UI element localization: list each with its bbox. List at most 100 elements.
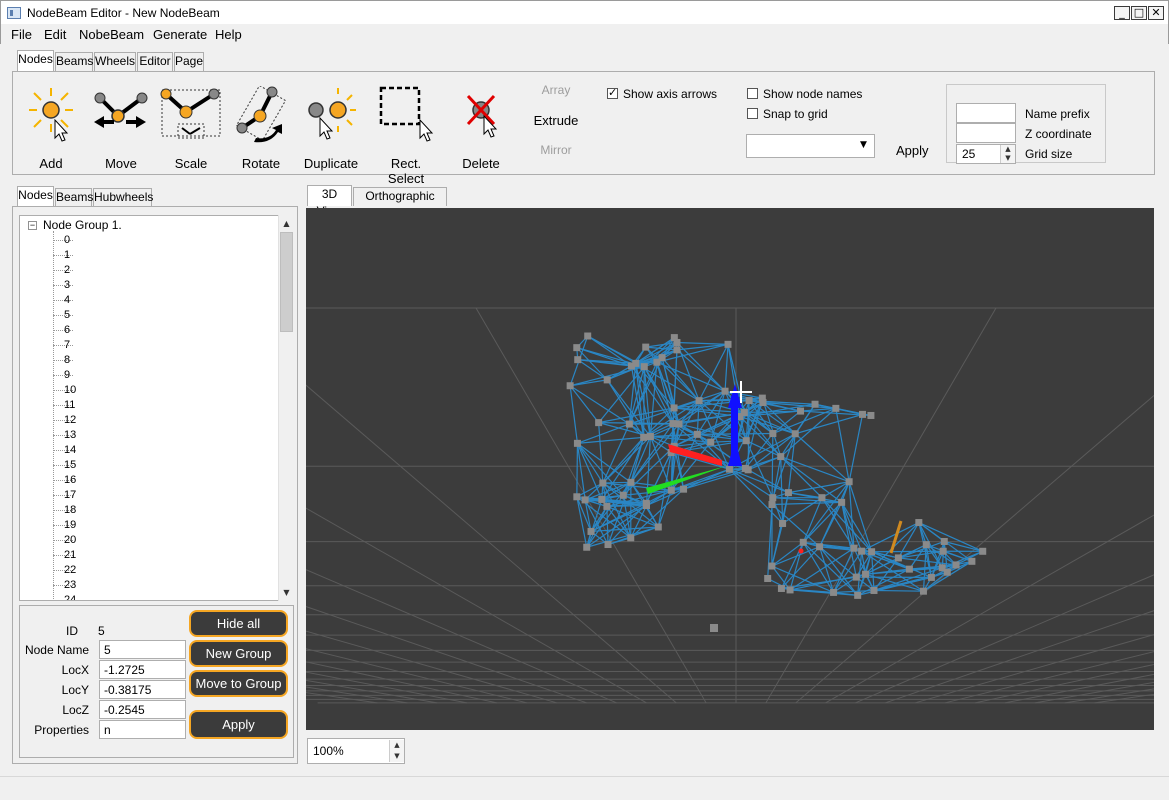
- node-point: [619, 491, 627, 499]
- z-coordinate-input[interactable]: [956, 123, 1016, 143]
- node-point: [845, 478, 853, 486]
- tree-node-item[interactable]: 22: [20, 563, 280, 578]
- tree-node-item[interactable]: 24: [20, 593, 280, 601]
- viewport-3d[interactable]: [306, 208, 1154, 730]
- duplicate-button[interactable]: Duplicate: [296, 80, 366, 176]
- delete-button[interactable]: Delete: [446, 80, 516, 176]
- node-point: [574, 356, 582, 364]
- node-point: [654, 523, 662, 531]
- tree-node-item[interactable]: 20: [20, 533, 280, 548]
- scroll-up-icon[interactable]: ▲: [279, 216, 294, 231]
- menu-generate[interactable]: Generate: [153, 27, 207, 42]
- show-axis-arrows-label: Show axis arrows: [623, 87, 718, 101]
- tree-node-item[interactable]: 17: [20, 488, 280, 503]
- scale-button[interactable]: Scale: [156, 80, 226, 176]
- grid-size-up-icon[interactable]: ▲: [1000, 145, 1015, 154]
- tab-editor[interactable]: Editor: [137, 52, 173, 71]
- tab-page[interactable]: Page: [174, 52, 204, 71]
- new-group-button[interactable]: New Group: [189, 640, 288, 667]
- node-name-input[interactable]: 5: [99, 640, 186, 659]
- rect-select-button[interactable]: Rect. Select: [371, 80, 441, 186]
- tab-nodes[interactable]: Nodes: [17, 50, 54, 71]
- tree-node-item[interactable]: 19: [20, 518, 280, 533]
- tree-node-item[interactable]: 2: [20, 263, 280, 278]
- tree-node-item[interactable]: 14: [20, 443, 280, 458]
- tree-node-item[interactable]: 8: [20, 353, 280, 368]
- minimize-button[interactable]: _: [1114, 6, 1130, 20]
- delete-node-icon: [466, 94, 498, 138]
- tree-branch-line: [53, 600, 73, 601]
- tree-node-item[interactable]: 0: [20, 233, 280, 248]
- name-prefix-input[interactable]: [956, 103, 1016, 123]
- menu-file[interactable]: File: [11, 27, 32, 42]
- tree-node-label: 15: [64, 459, 77, 471]
- hide-all-button[interactable]: Hide all: [189, 610, 288, 637]
- show-axis-arrows-checkbox[interactable]: [607, 86, 618, 99]
- grid-size-down-icon[interactable]: ▼: [1000, 154, 1015, 163]
- locx-input[interactable]: -1.2725: [99, 660, 186, 679]
- tree-node-item[interactable]: 9: [20, 368, 280, 383]
- tree-node-item[interactable]: 23: [20, 578, 280, 593]
- tree-node-item[interactable]: 15: [20, 458, 280, 473]
- add-button[interactable]: Add: [16, 80, 86, 176]
- collapse-icon[interactable]: −: [28, 221, 37, 230]
- tab-orthographic-view[interactable]: Orthographic View: [353, 187, 447, 220]
- node-point: [862, 570, 870, 578]
- tree-node-item[interactable]: 16: [20, 473, 280, 488]
- tree-node-item[interactable]: 4: [20, 293, 280, 308]
- extrude-button[interactable]: Extrude: [521, 113, 591, 128]
- toolbar-apply-button[interactable]: Apply: [896, 143, 929, 158]
- menu-nobebeam[interactable]: NobeBeam: [79, 27, 144, 42]
- scene-canvas[interactable]: [306, 208, 1154, 730]
- tree-node-item[interactable]: 11: [20, 398, 280, 413]
- locz-input[interactable]: -0.2545: [99, 700, 186, 719]
- rotate-button[interactable]: Rotate: [226, 80, 296, 176]
- move-label: Move: [105, 156, 137, 171]
- array-button[interactable]: Array: [521, 83, 591, 97]
- snap-to-grid-checkbox[interactable]: [747, 108, 758, 119]
- tab-left-nodes[interactable]: Nodes: [17, 186, 54, 207]
- tree-node-item[interactable]: 10: [20, 383, 280, 398]
- tree-node-item[interactable]: 18: [20, 503, 280, 518]
- properties-label: Properties: [34, 723, 89, 737]
- maximize-button[interactable]: □: [1131, 6, 1147, 20]
- tree-node-item[interactable]: 21: [20, 548, 280, 563]
- tree-node-item[interactable]: 7: [20, 338, 280, 353]
- detail-apply-button[interactable]: Apply: [189, 710, 288, 739]
- tree-node-item[interactable]: 12: [20, 413, 280, 428]
- menu-help[interactable]: Help: [215, 27, 242, 42]
- close-button[interactable]: ✕: [1148, 6, 1164, 20]
- node-tree[interactable]: − Node Group 1. 0 1 2 3 4 5 6 7 8 9 10 11 12 13 14 15 16…: [19, 215, 294, 601]
- properties-input[interactable]: n: [99, 720, 186, 739]
- group-dropdown[interactable]: [746, 134, 875, 158]
- zoom-up-icon[interactable]: ▲: [389, 740, 404, 751]
- scroll-thumb[interactable]: [280, 232, 293, 332]
- node-point: [721, 387, 729, 395]
- tab-wheels[interactable]: Wheels: [94, 52, 136, 71]
- show-node-names-checkbox[interactable]: [747, 88, 758, 99]
- tab-left-beams[interactable]: Beams: [55, 188, 93, 207]
- node-point: [587, 527, 595, 535]
- move-to-group-button[interactable]: Move to Group: [189, 670, 288, 697]
- tree-node-item[interactable]: 6: [20, 323, 280, 338]
- move-button[interactable]: Move: [86, 80, 156, 176]
- node-group-label[interactable]: Node Group 1.: [43, 218, 122, 232]
- mirror-button[interactable]: Mirror: [521, 143, 591, 157]
- add-label: Add: [39, 156, 63, 171]
- rotate-node-icon: [235, 86, 287, 143]
- tab-beams[interactable]: Beams: [55, 52, 93, 71]
- locy-input[interactable]: -0.38175: [99, 680, 186, 699]
- tree-node-label: 1: [64, 249, 71, 261]
- node-point: [867, 411, 875, 419]
- tree-node-item[interactable]: 5: [20, 308, 280, 323]
- scroll-down-icon[interactable]: ▼: [279, 585, 294, 600]
- zoom-down-icon[interactable]: ▼: [389, 751, 404, 762]
- menu-bar: File Edit NobeBeam Generate Help: [0, 24, 1169, 44]
- add-node-icon: [29, 88, 73, 142]
- tree-node-item[interactable]: 1: [20, 248, 280, 263]
- tab-left-hubwheels[interactable]: Hubwheels: [93, 188, 153, 207]
- tree-node-item[interactable]: 3: [20, 278, 280, 293]
- menu-edit[interactable]: Edit: [44, 27, 66, 42]
- tree-node-item[interactable]: 13: [20, 428, 280, 443]
- tab-3d-view[interactable]: 3D View: [307, 185, 352, 218]
